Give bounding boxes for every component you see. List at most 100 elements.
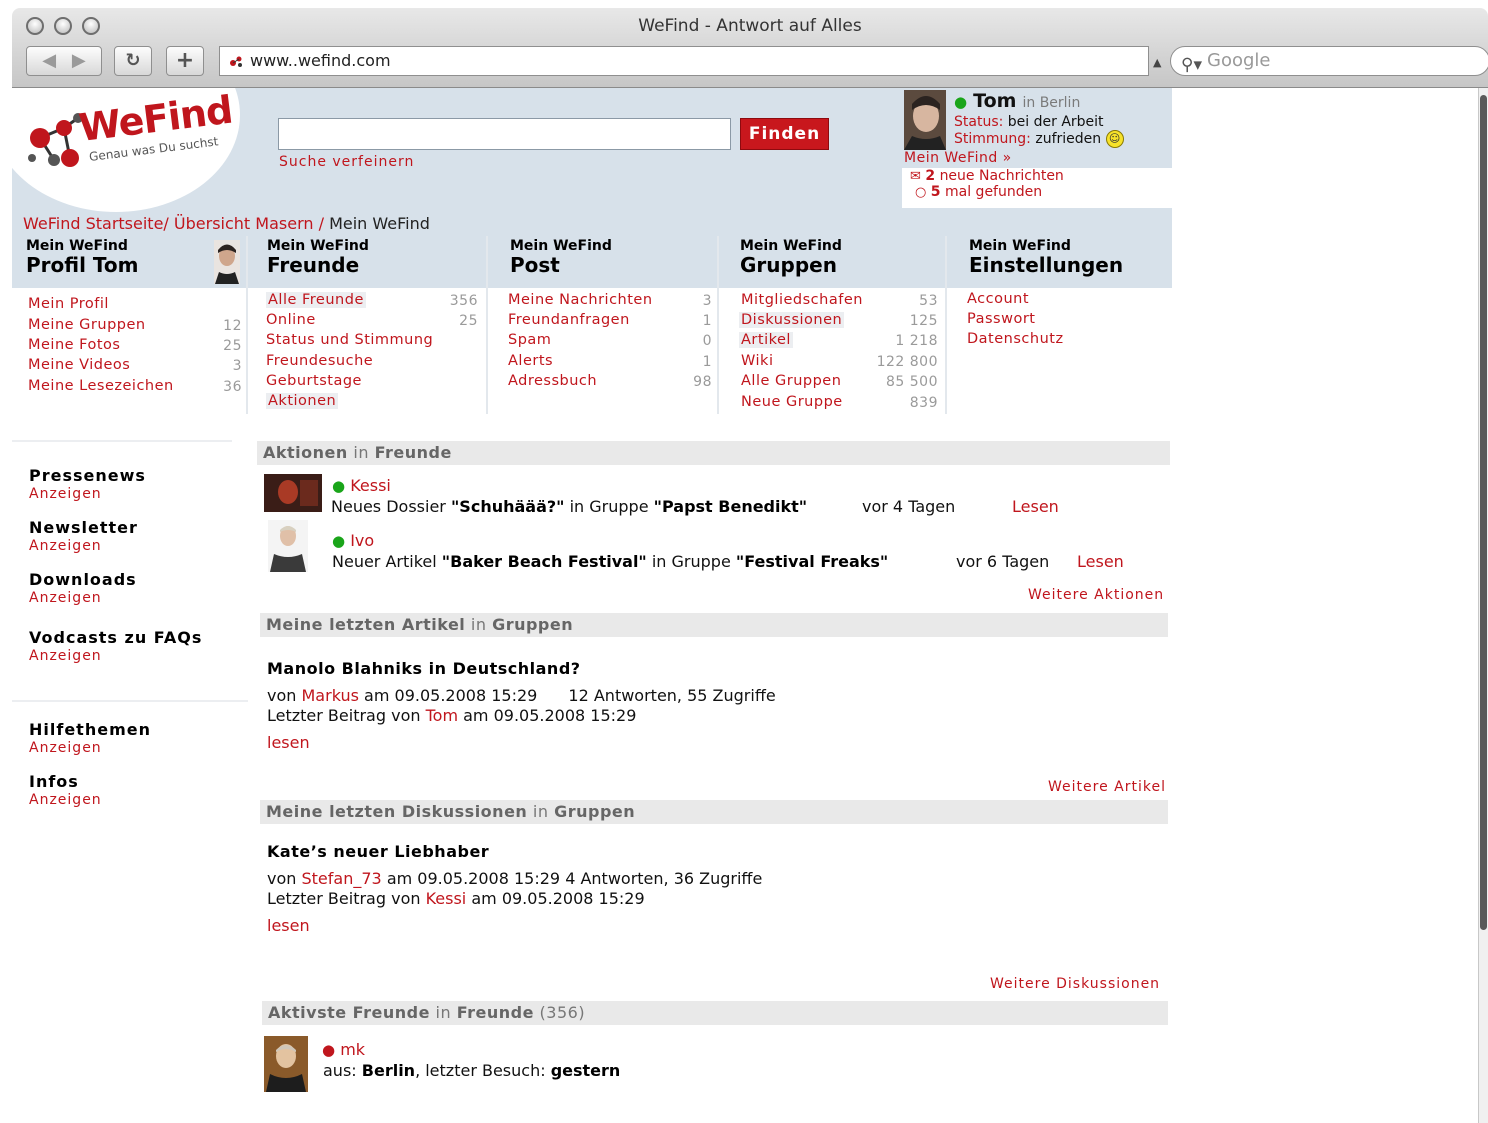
more-actions-link[interactable]: Weitere Aktionen: [1028, 587, 1164, 603]
column-divider: [486, 236, 488, 414]
reload-button[interactable]: ↻: [114, 46, 152, 76]
menu-item-count: 85 500: [886, 374, 938, 390]
menu-item-spam[interactable]: Spam: [508, 332, 551, 348]
menu-item-privacy[interactable]: Datenschutz: [967, 331, 1064, 347]
menu-item-discussions[interactable]: Diskussionen: [739, 312, 845, 328]
breadcrumb-overview-link[interactable]: Übersicht Masern: [174, 214, 314, 233]
action-thumbnail-ivo[interactable]: [268, 520, 308, 572]
menu-item-count: 53: [919, 293, 938, 309]
action-item-link[interactable]: "Schuhäää?": [451, 497, 565, 516]
profile-thumbnail[interactable]: [214, 240, 240, 284]
menu-item-my-groups[interactable]: Meine Gruppen: [28, 317, 146, 333]
menu-item-all-groups[interactable]: Alle Gruppen: [741, 373, 841, 389]
action-group-link[interactable]: "Festival Freaks": [736, 552, 888, 571]
menu-kicker: Mein WeFind: [510, 238, 612, 254]
sidebar-link-infos[interactable]: Anzeigen: [29, 792, 102, 808]
more-articles-link[interactable]: Weitere Artikel: [1048, 779, 1166, 795]
action-user-link[interactable]: Ivo: [350, 531, 374, 550]
sidebar-link-help[interactable]: Anzeigen: [29, 740, 102, 756]
menu-item-wiki[interactable]: Wiki: [741, 353, 773, 369]
menu-item-actions[interactable]: Aktionen: [266, 393, 339, 409]
menu-item-my-bookmarks[interactable]: Meine Lesezeichen: [28, 378, 174, 394]
find-button[interactable]: Finden: [740, 118, 829, 150]
menu-settings-header[interactable]: Mein WeFind Einstellungen: [969, 238, 1123, 288]
discussion-read-link[interactable]: lesen: [267, 916, 310, 935]
menu-item-account[interactable]: Account: [967, 291, 1029, 307]
menu-item-my-photos[interactable]: Meine Fotos: [28, 337, 121, 353]
friend-user-link[interactable]: mk: [340, 1040, 365, 1059]
menu-item-count: 25: [459, 313, 478, 329]
article-last-user-link[interactable]: Tom: [426, 706, 458, 725]
menu-item-articles[interactable]: Artikel: [739, 332, 793, 348]
menu-post-header[interactable]: Mein WeFind Post: [510, 238, 612, 288]
address-bar[interactable]: www..wefind.com: [219, 46, 1149, 76]
discussion-last-label: Letzter Beitrag von: [267, 889, 421, 908]
found-label[interactable]: mal gefunden: [945, 184, 1042, 200]
section-where: Freunde: [374, 443, 452, 462]
profile-name[interactable]: Tom: [973, 90, 1016, 112]
envelope-icon: ✉: [910, 169, 921, 184]
menu-item-alerts[interactable]: Alerts: [508, 353, 553, 369]
found-count[interactable]: 5: [931, 184, 941, 200]
action-read-link[interactable]: Lesen: [1012, 497, 1059, 516]
menu-item-birthdays[interactable]: Geburtstage: [266, 373, 362, 389]
sidebar-link-downloads[interactable]: Anzeigen: [29, 590, 102, 606]
menu-item-new-group[interactable]: Neue Gruppe: [741, 394, 843, 410]
menu-item-all-friends[interactable]: Alle Freunde: [266, 292, 366, 308]
menu-item-address-book[interactable]: Adressbuch: [508, 373, 597, 389]
action-read-link[interactable]: Lesen: [1077, 552, 1124, 571]
sidebar-link-vodcasts[interactable]: Anzeigen: [29, 648, 102, 664]
site-search-input[interactable]: [278, 118, 731, 150]
menu-item-my-videos[interactable]: Meine Videos: [28, 357, 130, 373]
menu-title: Post: [510, 253, 560, 277]
my-wefind-link[interactable]: Mein WeFind »: [904, 150, 1012, 166]
article-author-link[interactable]: Markus: [302, 686, 359, 705]
discussion-title-link[interactable]: Kate’s neuer Liebhaber: [267, 842, 489, 861]
sidebar-link-press[interactable]: Anzeigen: [29, 486, 102, 502]
back-forward-buttons[interactable]: ◀ ▶: [26, 46, 102, 76]
add-bookmark-button[interactable]: +: [166, 46, 204, 76]
menu-groups-header[interactable]: Mein WeFind Gruppen: [740, 238, 842, 288]
breadcrumb-current: Mein WeFind: [329, 214, 430, 233]
user-avatar[interactable]: [904, 90, 946, 150]
action-user-link[interactable]: Kessi: [350, 476, 391, 495]
action-thumbnail-kessi[interactable]: [264, 474, 322, 512]
article-read-link[interactable]: lesen: [267, 733, 310, 752]
menu-item-online[interactable]: Online: [266, 312, 316, 328]
browser-search-field[interactable]: ⚲▾ Google: [1170, 46, 1488, 76]
article-title-link[interactable]: Manolo Blahniks in Deutschland?: [267, 659, 581, 678]
back-arrow-icon[interactable]: ◀: [42, 50, 56, 71]
discussion-author-link[interactable]: Stefan_73: [302, 869, 382, 888]
menu-item-memberships[interactable]: Mitgliedschafen: [741, 292, 863, 308]
menu-item-password[interactable]: Passwort: [967, 311, 1035, 327]
refine-search-link[interactable]: Suche verfeinern: [279, 154, 414, 170]
scrollbar-thumb[interactable]: [1480, 95, 1487, 930]
url-dropdown-icon[interactable]: ▲: [1153, 56, 1161, 69]
search-placeholder: Google: [1207, 50, 1271, 71]
messages-count[interactable]: 2: [925, 168, 935, 184]
action-mid: in Gruppe: [569, 497, 649, 516]
discussion-last-user-link[interactable]: Kessi: [426, 889, 467, 908]
action-group-link[interactable]: "Papst Benedikt": [654, 497, 807, 516]
section-in: in: [353, 443, 369, 462]
menu-profile-header[interactable]: Mein WeFind Profil Tom: [26, 238, 138, 288]
menu-item-my-profile[interactable]: Mein Profil: [28, 296, 109, 312]
menu-item-my-messages[interactable]: Meine Nachrichten: [508, 292, 653, 308]
reload-icon: ↻: [125, 50, 141, 71]
menu-item-status-mood[interactable]: Status und Stimmung: [266, 332, 433, 348]
messages-label[interactable]: neue Nachrichten: [940, 168, 1064, 184]
menu-item-friend-search[interactable]: Freundesuche: [266, 353, 373, 369]
action-item-link[interactable]: "Baker Beach Festival": [442, 552, 647, 571]
breadcrumb-home-link[interactable]: WeFind Startseite/: [23, 214, 169, 233]
action-text: Neues Dossier "Schuhäää?" in Gruppe "Pap…: [331, 497, 807, 516]
more-discussions-link[interactable]: Weitere Diskussionen: [990, 976, 1160, 992]
wefind-logo[interactable]: WeFind Genau was Du suchst: [26, 88, 236, 187]
forward-arrow-icon[interactable]: ▶: [72, 50, 86, 71]
sidebar-link-newsletter[interactable]: Anzeigen: [29, 538, 102, 554]
menu-item-count: 1: [702, 354, 712, 370]
article-last-post: Letzter Beitrag von Tom am 09.05.2008 15…: [267, 706, 636, 725]
site-favicon-icon: [230, 56, 242, 67]
menu-item-friend-requests[interactable]: Freundanfragen: [508, 312, 630, 328]
friend-avatar-mk[interactable]: [264, 1036, 308, 1092]
menu-friends-header[interactable]: Mein WeFind Freunde: [267, 238, 369, 288]
